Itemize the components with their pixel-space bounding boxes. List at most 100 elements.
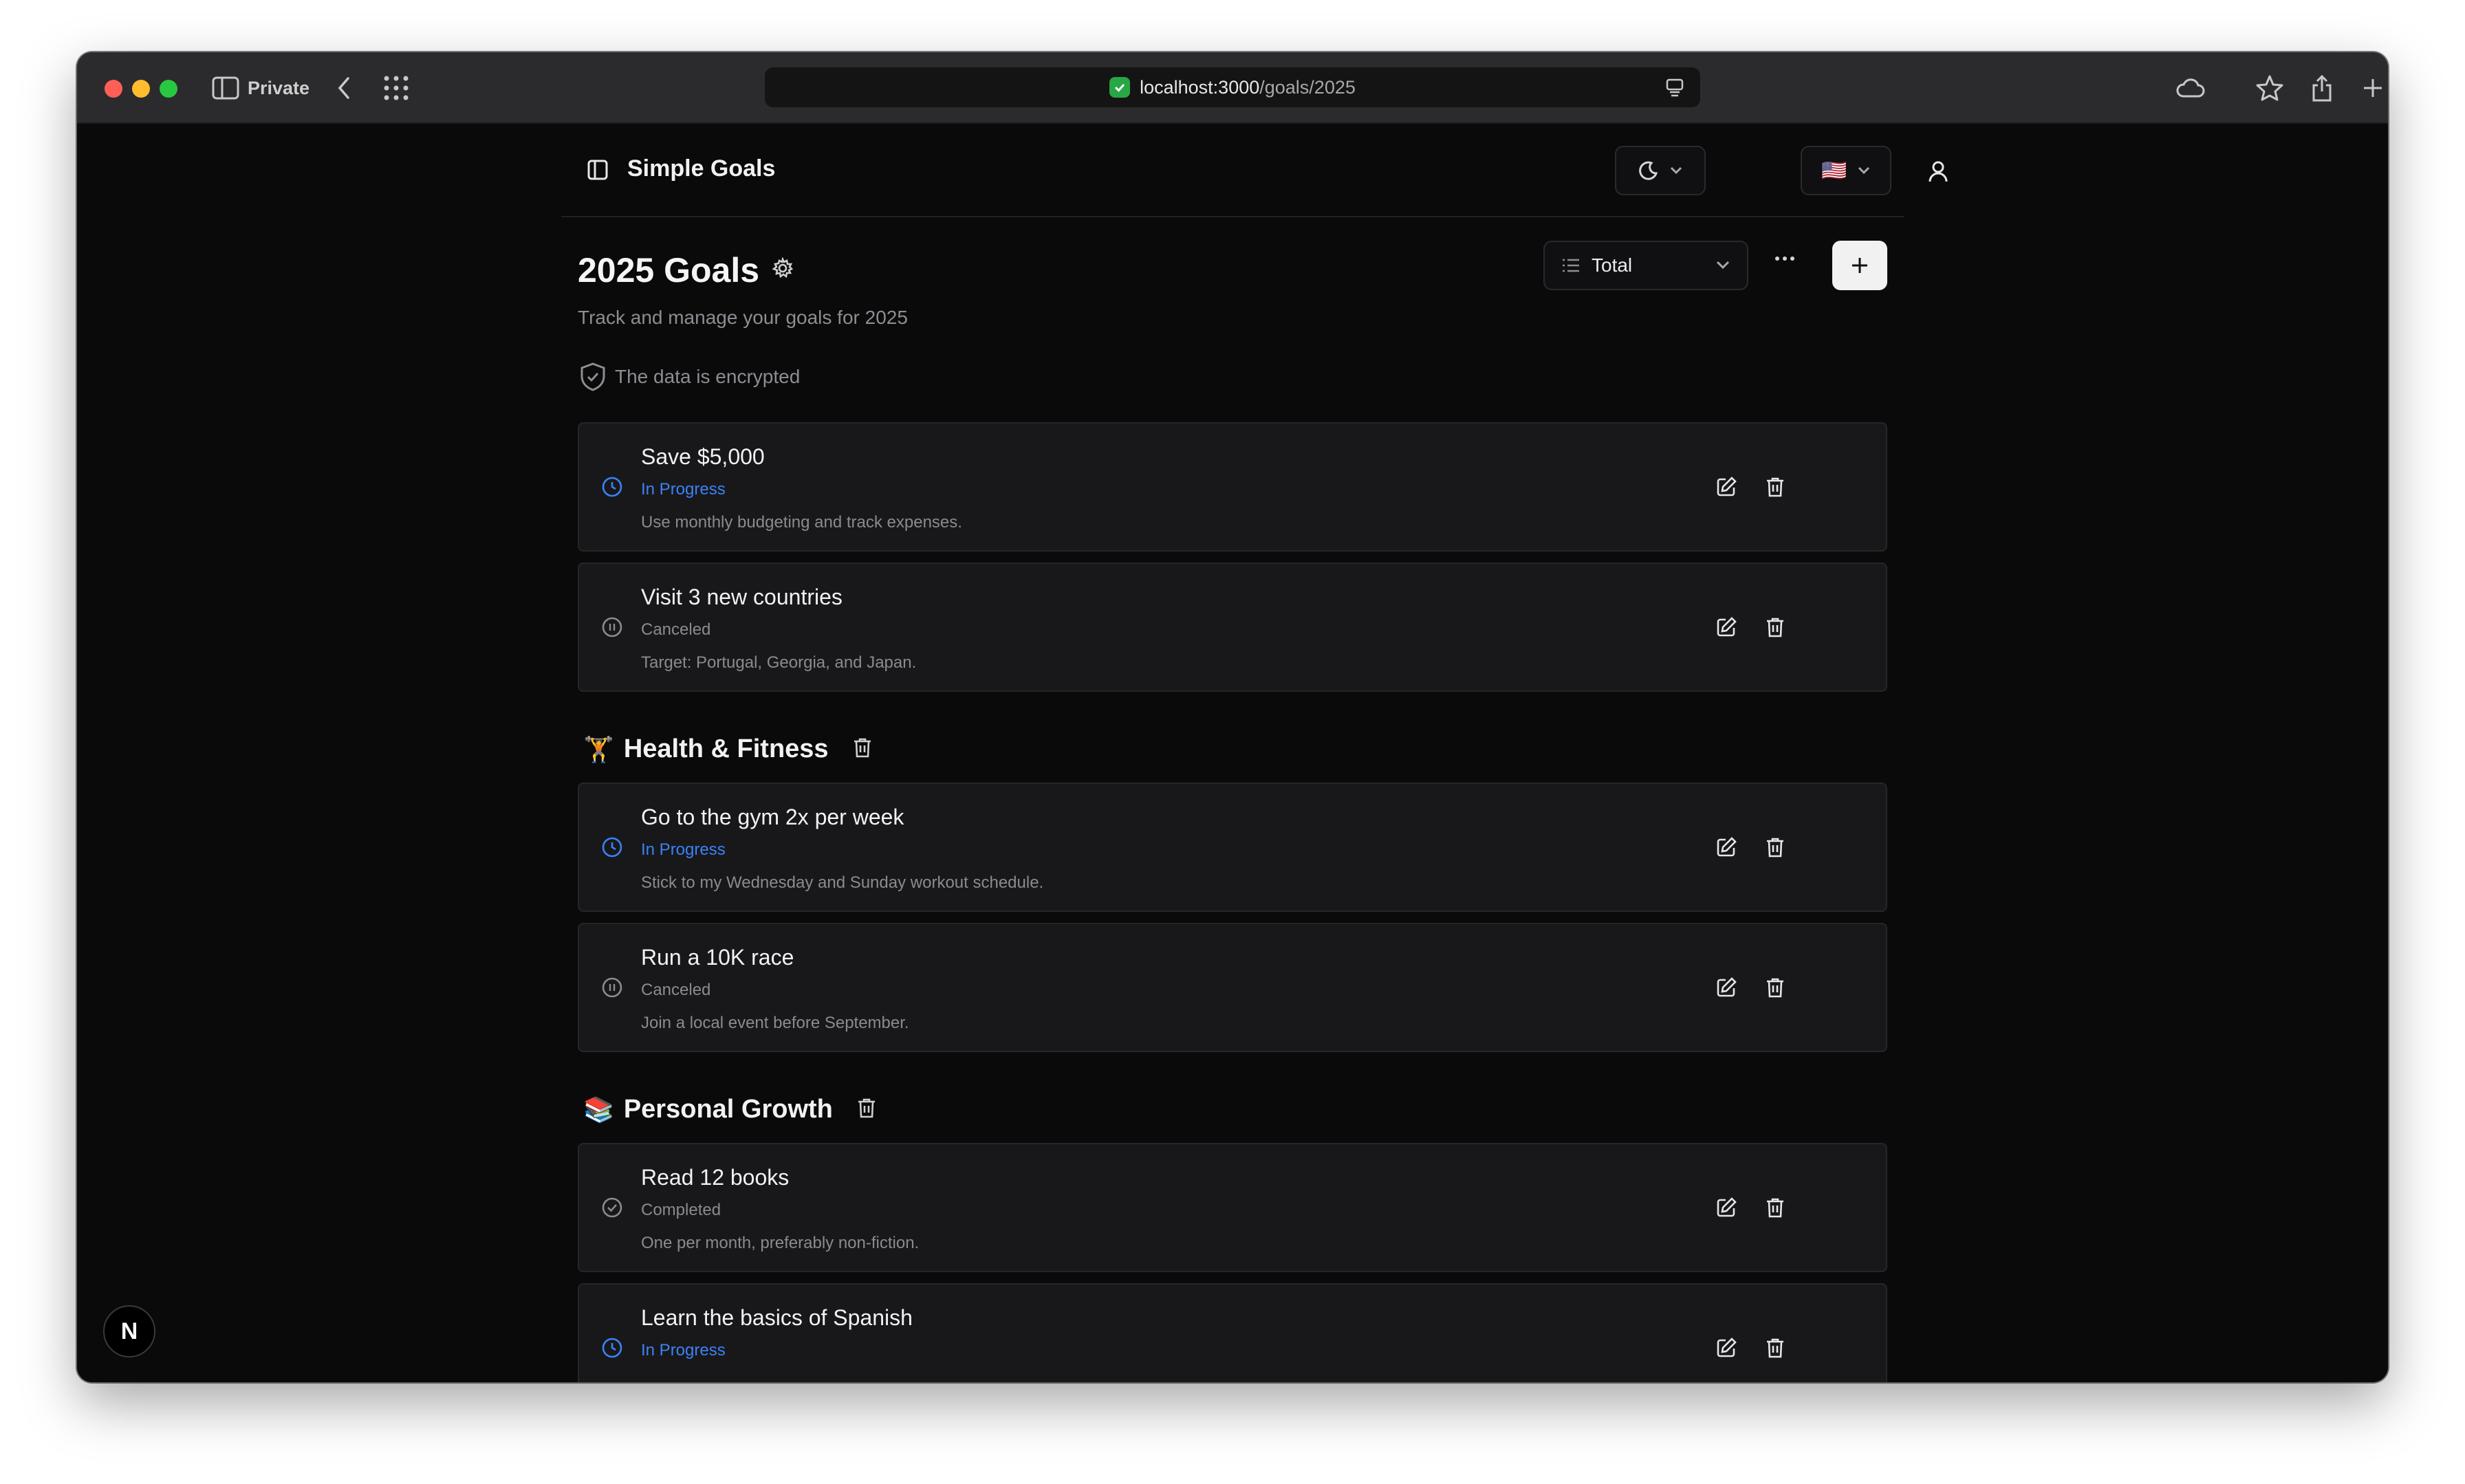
trash-icon[interactable] — [1765, 1197, 1785, 1222]
secure-shield-icon — [1109, 77, 1131, 98]
category-title: Personal Growth — [623, 1095, 833, 1124]
view-select-value: Total — [1592, 254, 1633, 276]
delete-category-icon[interactable] — [856, 1097, 877, 1122]
status-in-progress-icon — [601, 836, 623, 862]
shield-check-icon — [580, 362, 605, 391]
address-bar[interactable]: localhost:3000/goals/2025 — [765, 67, 1700, 107]
view-select[interactable]: Total — [1543, 241, 1748, 290]
chevron-left-icon — [338, 77, 349, 99]
add-goal-button[interactable] — [1832, 241, 1887, 290]
share-button[interactable] — [2311, 73, 2333, 103]
status-canceled-icon — [601, 976, 623, 1002]
user-icon — [1929, 161, 1948, 182]
sidebar-toggle-button[interactable]: Private — [212, 73, 310, 103]
theme-toggle-button[interactable] — [1615, 146, 1706, 195]
browser-window: Private localhost:3000/goals/2025 Simple… — [77, 52, 2388, 1382]
app-page: Simple Goals 🇺🇸 2025 Goals Track and man… — [77, 124, 2388, 1382]
page-subtitle: Track and manage your goals for 2025 — [578, 307, 908, 328]
us-flag-icon: 🇺🇸 — [1821, 159, 1847, 182]
chevron-down-icon — [1716, 261, 1730, 270]
edit-icon[interactable] — [1715, 616, 1737, 642]
goal-title: Go to the gym 2x per week — [641, 805, 904, 829]
trash-icon[interactable] — [1765, 976, 1785, 1002]
edit-icon[interactable] — [1715, 1337, 1737, 1362]
share-icon — [2312, 74, 2332, 102]
app-title[interactable]: Simple Goals — [627, 155, 775, 182]
app-header: Simple Goals 🇺🇸 — [561, 124, 1948, 217]
goal-status: Canceled — [641, 620, 711, 639]
tab-overview-button[interactable] — [382, 73, 410, 103]
moon-icon — [1639, 161, 1658, 180]
goal-title: Learn the basics of Spanish — [641, 1305, 913, 1330]
app-sidebar-toggle[interactable] — [586, 158, 609, 185]
trash-icon[interactable] — [1765, 836, 1785, 862]
goal-description: One per month, preferably non-fiction. — [641, 1234, 920, 1252]
icloud-button[interactable] — [2175, 73, 2205, 103]
trash-icon[interactable] — [1765, 616, 1785, 642]
back-button[interactable] — [336, 73, 352, 103]
private-label: Private — [248, 77, 310, 98]
reader-icon[interactable] — [1664, 77, 1685, 101]
delete-category-icon[interactable] — [852, 736, 873, 762]
url-host: localhost:3000 — [1140, 76, 1260, 98]
url-path: /goals/2025 — [1259, 76, 1356, 98]
grid-dots-icon — [384, 76, 409, 100]
language-select-button[interactable]: 🇺🇸 — [1801, 146, 1891, 195]
more-options-button[interactable] — [1774, 253, 1795, 265]
goal-card[interactable]: Go to the gym 2x per week In Progress Stic… — [578, 783, 1887, 912]
goal-card[interactable]: Save $5,000 In Progress Use monthly budget… — [578, 422, 1887, 552]
goal-title: Read 12 books — [641, 1165, 790, 1190]
goal-description: Use monthly budgeting and track expenses… — [641, 513, 962, 532]
panel-left-icon — [587, 160, 608, 180]
plus-icon — [2364, 79, 2382, 97]
edit-icon[interactable] — [1715, 836, 1737, 862]
goal-title: Run a 10K race — [641, 945, 794, 970]
goal-status: In Progress — [641, 480, 726, 499]
window-maximize-button[interactable] — [160, 80, 177, 98]
goal-card[interactable]: Visit 3 new countries Canceled Target: Por… — [578, 563, 1887, 692]
goal-status: Canceled — [641, 981, 711, 999]
plus-icon — [1852, 258, 1867, 273]
edit-icon[interactable] — [1715, 1197, 1737, 1222]
trash-icon[interactable] — [1765, 1337, 1785, 1362]
window-close-button[interactable] — [105, 80, 122, 98]
category-emoji: 🏋️ — [583, 734, 614, 763]
goal-title: Save $5,000 — [641, 444, 765, 469]
goal-status: Completed — [641, 1201, 721, 1219]
browser-titlebar: Private localhost:3000/goals/2025 — [77, 52, 2388, 124]
settings-button[interactable] — [772, 257, 794, 283]
category-header: 🏋️ Health & Fitness — [583, 734, 873, 764]
goal-status: In Progress — [641, 840, 726, 859]
status-in-progress-icon — [601, 1337, 623, 1362]
goal-card[interactable]: Read 12 books Completed One per month, pre… — [578, 1143, 1887, 1272]
chevron-down-icon — [1858, 166, 1869, 175]
list-icon — [1563, 259, 1579, 272]
goal-status: In Progress — [641, 1341, 726, 1360]
goal-description: Target: Portugal, Georgia, and Japan. — [641, 653, 917, 672]
goal-title: Visit 3 new countries — [641, 585, 843, 609]
goal-description: Join a local event before September. — [641, 1014, 909, 1032]
chevron-down-icon — [1670, 166, 1682, 175]
trash-icon[interactable] — [1765, 476, 1785, 501]
category-title: Health & Fitness — [623, 734, 829, 763]
status-in-progress-icon — [601, 476, 623, 501]
status-canceled-icon — [601, 616, 623, 642]
goal-card[interactable]: Run a 10K race Canceled Join a local event… — [578, 923, 1887, 1052]
encryption-text: The data is encrypted — [615, 366, 801, 387]
user-menu-button[interactable] — [1927, 160, 1949, 186]
status-completed-icon — [601, 1197, 623, 1222]
window-minimize-button[interactable] — [132, 80, 150, 98]
more-horizontal-icon — [1775, 257, 1794, 261]
gear-icon — [772, 257, 794, 279]
category-header: 📚 Personal Growth — [583, 1095, 877, 1124]
new-tab-button[interactable] — [2362, 73, 2384, 103]
cloud-icon — [2176, 78, 2205, 98]
dev-tools-badge[interactable]: N — [103, 1305, 155, 1357]
goal-description: Stick to my Wednesday and Sunday workout… — [641, 873, 1044, 892]
bookmark-button[interactable] — [2256, 73, 2283, 103]
url-text: localhost:3000/goals/2025 — [1140, 77, 1356, 98]
goal-card[interactable]: Learn the basics of Spanish In Progress — [578, 1283, 1887, 1382]
edit-icon[interactable] — [1715, 976, 1737, 1002]
encryption-notice: The data is encrypted — [579, 362, 800, 392]
edit-icon[interactable] — [1715, 476, 1737, 501]
